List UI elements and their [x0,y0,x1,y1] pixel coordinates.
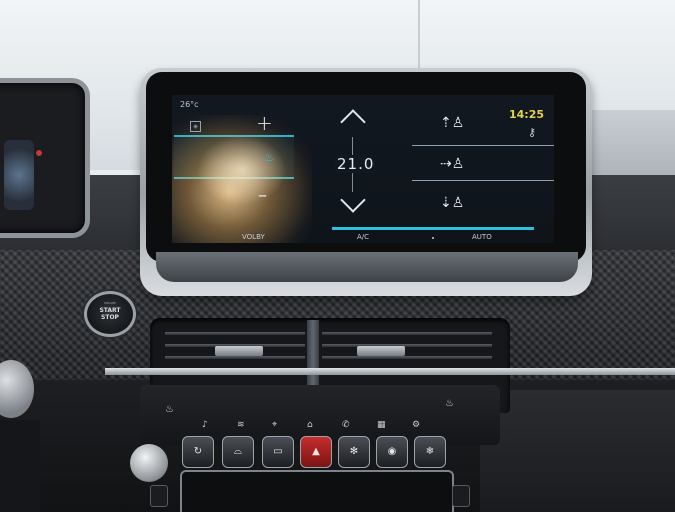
storage-tray [180,470,454,512]
car-dashboard-photo: 26°c ◈ 14:25 ⚷ + – ♨ 21.0 ⇡♙ ⇢♙ ⇣♙ VOLBY… [0,0,675,512]
options-button[interactable]: VOLBY [242,233,265,241]
fan-icon: ✻ [349,446,359,457]
start-stop-button[interactable]: ENGINE START STOP [84,291,136,337]
climate-bottom-bar: VOLBY A/C AUTO [232,227,554,243]
fan-increase-button[interactable]: + [256,111,273,135]
ac-max-button[interactable]: ❄ [414,436,446,468]
settings-icon[interactable]: ⚙ [412,420,420,430]
fan-button[interactable]: ✻ [338,436,370,468]
screen-lower-lip [156,252,578,282]
seat-heat-left-icon[interactable]: ♨ [165,404,174,415]
vent-slat [322,332,492,335]
status-icon: ◈ [190,121,201,132]
separator-dot [432,237,434,239]
defrost-rear-icon: ▭ [273,446,283,457]
ac-max-icon: ❄ [425,446,435,457]
key-icon[interactable]: ⚷ [528,126,536,139]
phone-icon[interactable]: ✆ [342,420,350,430]
vent-slat [165,356,305,359]
vent-slat [165,332,305,335]
left-vent [0,420,40,512]
fan-decrease-button[interactable]: – [258,185,267,206]
vent-face-icon[interactable]: ⇢♙ [440,156,464,172]
outside-temperature: 26°c [180,100,199,109]
start-button-small-text: ENGINE [104,301,116,305]
defrost-rear-button[interactable]: ▭ [262,436,294,468]
defrost-front-button[interactable]: ⌓ [222,436,254,468]
cluster-warning-light [36,150,42,156]
seat-heat-icon: ♨ [264,150,275,164]
ac-auto-indicator [332,227,534,230]
auto-button[interactable]: AUTO [472,233,492,241]
vent-up-icon[interactable]: ⇡♙ [440,115,464,131]
start-button-label: START STOP [87,307,133,321]
seat-heat-right-icon[interactable]: ♨ [445,398,454,409]
climate-mode-button[interactable]: ◉ [376,436,408,468]
sun-glare-core [197,135,287,205]
airflow-selection-frame [412,145,554,181]
hazard-button[interactable]: ▲ [300,436,332,468]
climate-menu-icon[interactable]: ≋ [237,420,245,430]
apps-icon[interactable]: ▦ [377,420,386,430]
home-icon[interactable]: ⌂ [307,420,313,430]
temperature-value: 21.0 [335,155,377,173]
stop-label: STOP [101,314,119,321]
vent-slat [322,344,492,347]
infotainment-display: 26°c ◈ 14:25 ⚷ + – ♨ 21.0 ⇡♙ ⇢♙ ⇣♙ VOLBY… [172,95,554,243]
usb-port-right [452,485,470,507]
left-vent-tab[interactable] [215,346,263,356]
vent-feet-icon[interactable]: ⇣♙ [440,195,464,211]
right-vent-tab[interactable] [357,346,405,356]
temperature-up-button[interactable] [340,109,366,135]
navigation-icon[interactable]: ⌖ [272,420,277,430]
climate-key-row: ↻ ⌓ ▭ ▲ ✻ ◉ ❄ [178,436,450,472]
recirculation-icon: ↻ [193,446,203,457]
volume-knob[interactable] [130,444,168,482]
start-label: START [99,307,121,314]
usb-port-left [150,485,168,507]
airflow-selection-accent [547,145,554,199]
vent-slat [322,356,492,359]
chrome-trim-strip [105,368,675,375]
cluster-display-glow [4,140,34,210]
climate-mode-icon: ◉ [387,446,397,457]
defrost-front-icon: ⌓ [234,446,242,457]
music-note-icon[interactable]: ♪ [202,420,208,430]
temperature-down-button[interactable] [340,187,366,213]
recirculation-button[interactable]: ↻ [182,436,214,468]
ac-button[interactable]: A/C [357,233,369,241]
hazard-icon: ▲ [312,446,320,457]
clock: 14:25 [508,108,544,121]
